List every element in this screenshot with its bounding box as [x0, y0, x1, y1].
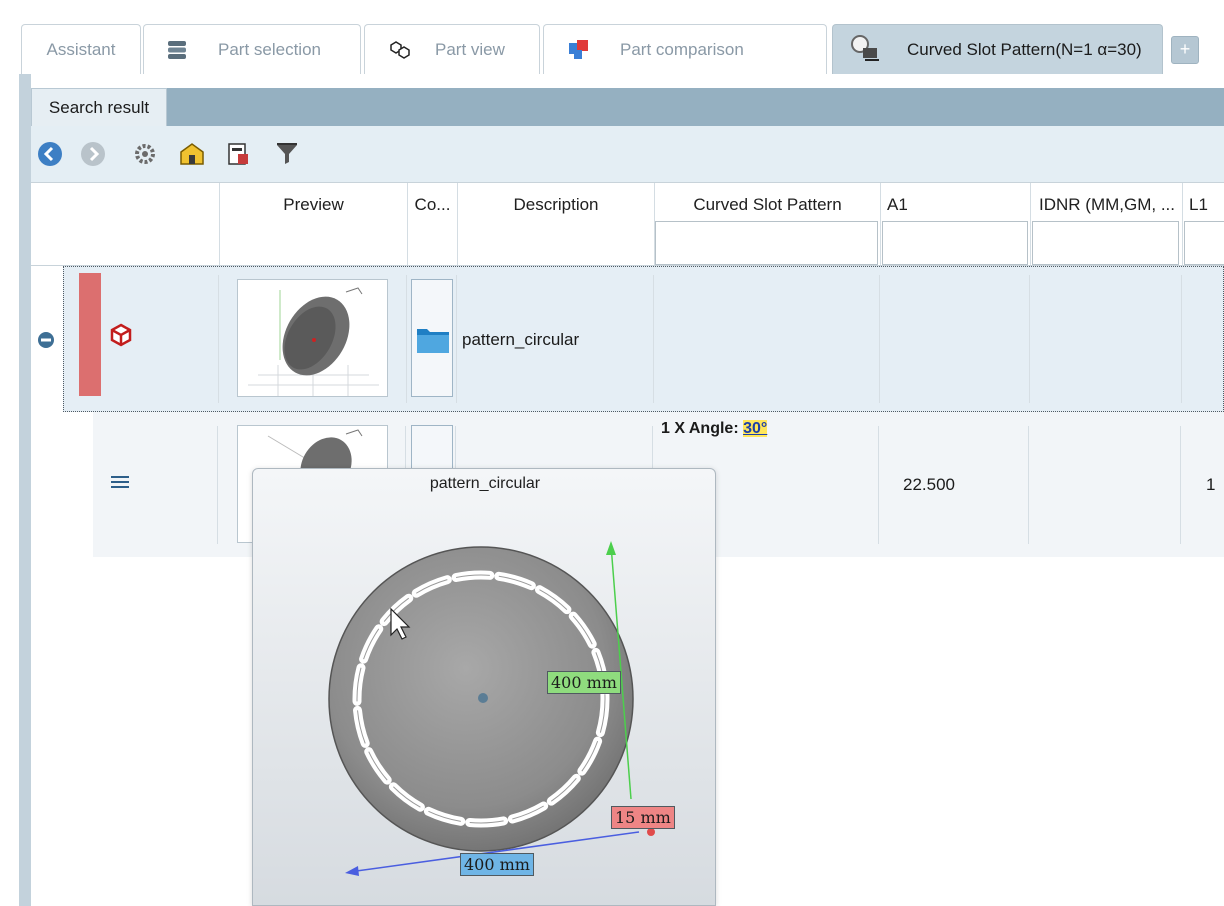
dimension-thickness-label: 15 mm — [611, 806, 675, 829]
disk-preview-image — [248, 287, 379, 396]
dimension-height-label: 400 mm — [547, 671, 621, 694]
cubes-icon — [390, 41, 410, 59]
row-menu-icon[interactable] — [110, 474, 130, 490]
column-label: Preview — [283, 195, 344, 214]
filter-idnr[interactable] — [1032, 221, 1179, 265]
toolbar — [31, 126, 1224, 182]
tab-part-view[interactable]: Part view — [364, 24, 540, 74]
dimension-width-label: 400 mm — [460, 853, 534, 876]
curved-slot-pattern-value: 1 X Angle: 30° — [661, 420, 768, 438]
filter-icon[interactable] — [273, 140, 301, 168]
search-part-icon — [851, 35, 879, 61]
row-a1-value: 22.500 — [903, 475, 955, 494]
column-label: IDNR (MM,GM, ... — [1039, 195, 1175, 214]
export-icon[interactable] — [224, 140, 252, 168]
home-folder-icon[interactable] — [178, 140, 206, 168]
column-header-preview[interactable]: Preview — [219, 183, 407, 265]
add-tab-button[interactable]: + — [1171, 36, 1199, 64]
filter-a1[interactable] — [882, 221, 1028, 265]
row-l1-value: 1 — [1206, 475, 1216, 494]
filter-l1[interactable] — [1184, 221, 1224, 265]
stack-icon — [168, 41, 186, 59]
disk-3d-view — [328, 541, 655, 876]
tab-part-comparison[interactable]: Part comparison — [543, 24, 827, 74]
catalog-cell — [411, 279, 453, 397]
part-cube-icon — [110, 323, 132, 347]
column-label: L1 — [1189, 195, 1208, 214]
tab-search-result-label: Search result — [48, 98, 150, 117]
tab-assistant[interactable]: Assistant — [21, 24, 141, 74]
tab-part-comparison-label: Part comparison — [620, 39, 744, 59]
status-marker — [79, 273, 101, 396]
tab-curved-slot-pattern-label: Curved Slot Pattern(N=1 α=30) — [907, 39, 1142, 59]
settings-gear-icon[interactable] — [131, 140, 159, 168]
tab-part-selection[interactable]: Part selection — [143, 24, 361, 74]
compare-icon — [569, 40, 588, 59]
panel-frame — [19, 74, 31, 906]
tab-part-selection-label: Part selection — [218, 39, 321, 59]
preview-thumbnail[interactable] — [237, 279, 388, 397]
column-header-co[interactable]: Co... — [407, 183, 457, 265]
preview-popup: pattern_circular 400 mm 15 mm 400 mm — [252, 468, 716, 906]
subtab-strip — [31, 88, 1224, 126]
angle-label: 1 X Angle: — [661, 420, 739, 437]
column-label: Co... — [414, 195, 451, 214]
column-label: Description — [513, 195, 599, 214]
tab-curved-slot-pattern[interactable]: Curved Slot Pattern(N=1 α=30) — [832, 24, 1163, 74]
tab-part-view-label: Part view — [435, 39, 505, 59]
row-description: pattern_circular — [462, 330, 580, 349]
column-label: Curved Slot Pattern — [693, 195, 842, 214]
tab-search-result[interactable]: Search result — [31, 88, 167, 126]
tab-assistant-label: Assistant — [46, 39, 116, 59]
forward-icon[interactable] — [79, 140, 107, 168]
collapse-icon[interactable] — [37, 331, 55, 349]
angle-value-link[interactable]: 30° — [743, 420, 768, 437]
back-icon[interactable] — [36, 140, 64, 168]
filter-curved-slot-pattern[interactable] — [655, 221, 878, 265]
column-header-description[interactable]: Description — [457, 183, 654, 265]
folder-icon — [417, 329, 449, 353]
column-label: A1 — [887, 195, 908, 214]
table-header: Preview Co... Description Curved Slot Pa… — [31, 182, 1224, 266]
